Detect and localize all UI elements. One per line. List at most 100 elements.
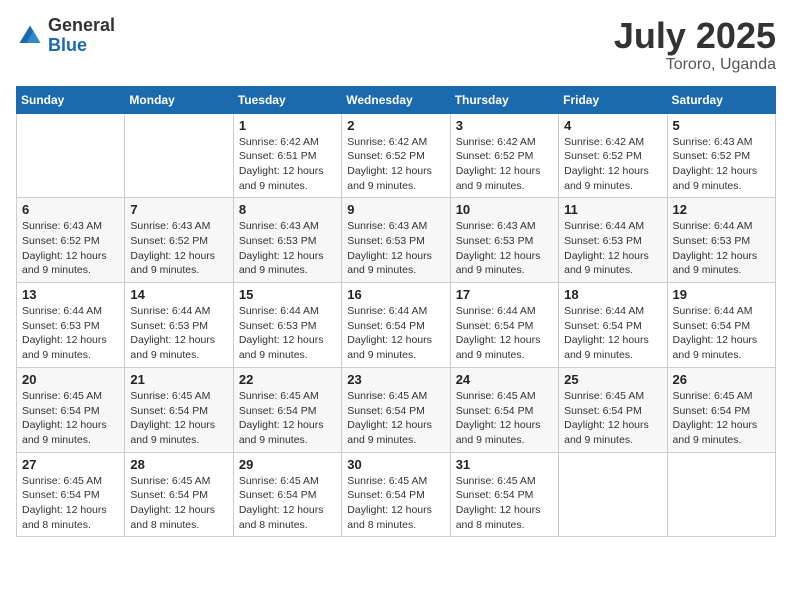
day-number: 21 bbox=[130, 372, 227, 387]
day-number: 3 bbox=[456, 118, 553, 133]
day-header-wednesday: Wednesday bbox=[342, 86, 450, 113]
calendar-week-2: 6 Sunrise: 6:43 AM Sunset: 6:52 PM Daylig… bbox=[17, 198, 776, 283]
day-info: Sunrise: 6:42 AM Sunset: 6:51 PM Dayligh… bbox=[239, 135, 336, 194]
calendar-cell bbox=[17, 113, 125, 198]
day-info: Sunrise: 6:43 AM Sunset: 6:52 PM Dayligh… bbox=[22, 219, 119, 278]
calendar-cell: 3 Sunrise: 6:42 AM Sunset: 6:52 PM Daylig… bbox=[450, 113, 558, 198]
page-header: General Blue July 2025 Tororo, Uganda bbox=[16, 16, 776, 74]
day-info: Sunrise: 6:45 AM Sunset: 6:54 PM Dayligh… bbox=[456, 474, 553, 533]
logo-icon bbox=[16, 22, 44, 50]
day-info: Sunrise: 6:44 AM Sunset: 6:54 PM Dayligh… bbox=[564, 304, 661, 363]
calendar-cell: 20 Sunrise: 6:45 AM Sunset: 6:54 PM Dayli… bbox=[17, 367, 125, 452]
day-number: 16 bbox=[347, 287, 444, 302]
day-info: Sunrise: 6:44 AM Sunset: 6:54 PM Dayligh… bbox=[456, 304, 553, 363]
day-header-monday: Monday bbox=[125, 86, 233, 113]
calendar-week-4: 20 Sunrise: 6:45 AM Sunset: 6:54 PM Dayli… bbox=[17, 367, 776, 452]
calendar-cell: 10Sunrise: 6:43 AM Sunset: 6:53 PM Dayli… bbox=[450, 198, 558, 283]
day-info: Sunrise: 6:45 AM Sunset: 6:54 PM Dayligh… bbox=[130, 389, 227, 448]
day-number: 11 bbox=[564, 202, 661, 217]
day-info: Sunrise: 6:45 AM Sunset: 6:54 PM Dayligh… bbox=[239, 474, 336, 533]
calendar-week-5: 27 Sunrise: 6:45 AM Sunset: 6:54 PM Dayli… bbox=[17, 452, 776, 537]
calendar-cell: 4Sunrise: 6:42 AM Sunset: 6:52 PM Daylig… bbox=[559, 113, 667, 198]
day-info: Sunrise: 6:45 AM Sunset: 6:54 PM Dayligh… bbox=[456, 389, 553, 448]
day-info: Sunrise: 6:43 AM Sunset: 6:53 PM Dayligh… bbox=[347, 219, 444, 278]
calendar-header-row: SundayMondayTuesdayWednesdayThursdayFrid… bbox=[17, 86, 776, 113]
day-info: Sunrise: 6:45 AM Sunset: 6:54 PM Dayligh… bbox=[564, 389, 661, 448]
day-info: Sunrise: 6:44 AM Sunset: 6:54 PM Dayligh… bbox=[347, 304, 444, 363]
day-header-friday: Friday bbox=[559, 86, 667, 113]
calendar-cell: 29 Sunrise: 6:45 AM Sunset: 6:54 PM Dayli… bbox=[233, 452, 341, 537]
day-number: 10 bbox=[456, 202, 553, 217]
calendar-cell: 11 Sunrise: 6:44 AM Sunset: 6:53 PM Dayli… bbox=[559, 198, 667, 283]
day-info: Sunrise: 6:45 AM Sunset: 6:54 PM Dayligh… bbox=[130, 474, 227, 533]
calendar-cell: 16 Sunrise: 6:44 AM Sunset: 6:54 PM Dayli… bbox=[342, 283, 450, 368]
calendar-cell: 30 Sunrise: 6:45 AM Sunset: 6:54 PM Dayli… bbox=[342, 452, 450, 537]
calendar-cell: 19 Sunrise: 6:44 AM Sunset: 6:54 PM Dayli… bbox=[667, 283, 775, 368]
day-number: 23 bbox=[347, 372, 444, 387]
calendar-week-3: 13 Sunrise: 6:44 AM Sunset: 6:53 PM Dayli… bbox=[17, 283, 776, 368]
calendar-cell: 8 Sunrise: 6:43 AM Sunset: 6:53 PM Daylig… bbox=[233, 198, 341, 283]
day-number: 1 bbox=[239, 118, 336, 133]
day-number: 13 bbox=[22, 287, 119, 302]
calendar-cell: 21 Sunrise: 6:45 AM Sunset: 6:54 PM Dayli… bbox=[125, 367, 233, 452]
day-header-sunday: Sunday bbox=[17, 86, 125, 113]
calendar-cell: 12 Sunrise: 6:44 AM Sunset: 6:53 PM Dayli… bbox=[667, 198, 775, 283]
day-number: 17 bbox=[456, 287, 553, 302]
calendar-table: SundayMondayTuesdayWednesdayThursdayFrid… bbox=[16, 86, 776, 538]
logo-text: General Blue bbox=[48, 16, 115, 56]
calendar-cell: 14 Sunrise: 6:44 AM Sunset: 6:53 PM Dayli… bbox=[125, 283, 233, 368]
title-block: July 2025 Tororo, Uganda bbox=[614, 16, 776, 74]
day-number: 9 bbox=[347, 202, 444, 217]
day-number: 12 bbox=[673, 202, 770, 217]
day-info: Sunrise: 6:42 AM Sunset: 6:52 PM Dayligh… bbox=[456, 135, 553, 194]
logo: General Blue bbox=[16, 16, 115, 56]
day-info: Sunrise: 6:45 AM Sunset: 6:54 PM Dayligh… bbox=[22, 389, 119, 448]
day-info: Sunrise: 6:45 AM Sunset: 6:54 PM Dayligh… bbox=[673, 389, 770, 448]
calendar-cell: 18 Sunrise: 6:44 AM Sunset: 6:54 PM Dayli… bbox=[559, 283, 667, 368]
calendar-cell bbox=[667, 452, 775, 537]
day-number: 27 bbox=[22, 457, 119, 472]
calendar-cell: 7Sunrise: 6:43 AM Sunset: 6:52 PM Daylig… bbox=[125, 198, 233, 283]
day-info: Sunrise: 6:45 AM Sunset: 6:54 PM Dayligh… bbox=[347, 389, 444, 448]
day-number: 5 bbox=[673, 118, 770, 133]
day-number: 30 bbox=[347, 457, 444, 472]
day-info: Sunrise: 6:45 AM Sunset: 6:54 PM Dayligh… bbox=[22, 474, 119, 533]
day-info: Sunrise: 6:45 AM Sunset: 6:54 PM Dayligh… bbox=[347, 474, 444, 533]
calendar-cell: 26 Sunrise: 6:45 AM Sunset: 6:54 PM Dayli… bbox=[667, 367, 775, 452]
day-number: 14 bbox=[130, 287, 227, 302]
day-header-saturday: Saturday bbox=[667, 86, 775, 113]
calendar-cell: 13 Sunrise: 6:44 AM Sunset: 6:53 PM Dayli… bbox=[17, 283, 125, 368]
calendar-cell: 24 Sunrise: 6:45 AM Sunset: 6:54 PM Dayli… bbox=[450, 367, 558, 452]
day-number: 8 bbox=[239, 202, 336, 217]
day-number: 19 bbox=[673, 287, 770, 302]
calendar-cell bbox=[559, 452, 667, 537]
day-number: 26 bbox=[673, 372, 770, 387]
day-info: Sunrise: 6:44 AM Sunset: 6:54 PM Dayligh… bbox=[673, 304, 770, 363]
calendar-cell: 31Sunrise: 6:45 AM Sunset: 6:54 PM Dayli… bbox=[450, 452, 558, 537]
logo-blue: Blue bbox=[48, 36, 115, 56]
day-info: Sunrise: 6:44 AM Sunset: 6:53 PM Dayligh… bbox=[22, 304, 119, 363]
day-info: Sunrise: 6:44 AM Sunset: 6:53 PM Dayligh… bbox=[564, 219, 661, 278]
calendar-cell: 28 Sunrise: 6:45 AM Sunset: 6:54 PM Dayli… bbox=[125, 452, 233, 537]
calendar-cell: 23 Sunrise: 6:45 AM Sunset: 6:54 PM Dayli… bbox=[342, 367, 450, 452]
day-number: 2 bbox=[347, 118, 444, 133]
day-header-tuesday: Tuesday bbox=[233, 86, 341, 113]
day-info: Sunrise: 6:44 AM Sunset: 6:53 PM Dayligh… bbox=[239, 304, 336, 363]
day-info: Sunrise: 6:44 AM Sunset: 6:53 PM Dayligh… bbox=[130, 304, 227, 363]
day-info: Sunrise: 6:44 AM Sunset: 6:53 PM Dayligh… bbox=[673, 219, 770, 278]
day-number: 29 bbox=[239, 457, 336, 472]
day-number: 28 bbox=[130, 457, 227, 472]
calendar-cell: 1 Sunrise: 6:42 AM Sunset: 6:51 PM Daylig… bbox=[233, 113, 341, 198]
day-info: Sunrise: 6:42 AM Sunset: 6:52 PM Dayligh… bbox=[564, 135, 661, 194]
day-info: Sunrise: 6:43 AM Sunset: 6:53 PM Dayligh… bbox=[239, 219, 336, 278]
logo-general: General bbox=[48, 16, 115, 36]
calendar-title: July 2025 bbox=[614, 16, 776, 56]
day-number: 20 bbox=[22, 372, 119, 387]
day-number: 24 bbox=[456, 372, 553, 387]
calendar-week-1: 1 Sunrise: 6:42 AM Sunset: 6:51 PM Daylig… bbox=[17, 113, 776, 198]
day-number: 18 bbox=[564, 287, 661, 302]
day-number: 6 bbox=[22, 202, 119, 217]
calendar-cell bbox=[125, 113, 233, 198]
day-number: 15 bbox=[239, 287, 336, 302]
day-number: 25 bbox=[564, 372, 661, 387]
